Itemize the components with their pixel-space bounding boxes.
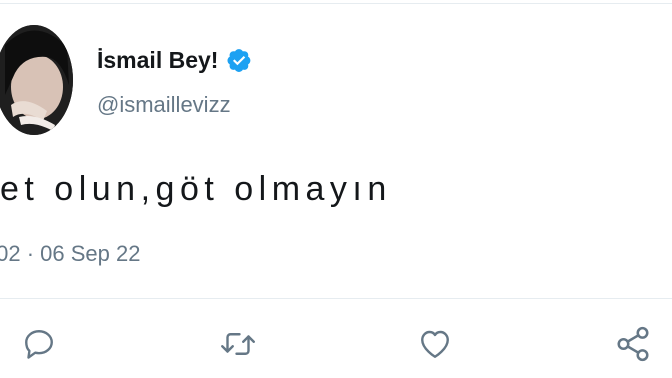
avatar-photo (0, 25, 73, 135)
author-row: İsmail Bey! (97, 43, 252, 77)
reply-button[interactable] (19, 324, 59, 364)
display-name[interactable]: İsmail Bey! (97, 47, 218, 74)
reply-icon (21, 326, 57, 362)
retweet-button[interactable] (218, 324, 258, 364)
top-divider (0, 3, 672, 4)
like-button[interactable] (415, 324, 455, 364)
tweet-text: et olun,göt olmayın (0, 170, 392, 208)
verified-badge-icon (226, 47, 252, 73)
username-handle[interactable]: @ismaillevizz (97, 92, 231, 118)
tweet-timestamp[interactable]: :02 · 06 Sep 22 (0, 241, 140, 267)
avatar[interactable] (0, 25, 73, 135)
share-button[interactable] (613, 324, 653, 364)
share-icon (614, 325, 652, 363)
actions-divider (0, 298, 672, 299)
heart-icon (416, 326, 454, 362)
tweet-actions (0, 318, 672, 370)
retweet-icon (218, 326, 258, 362)
